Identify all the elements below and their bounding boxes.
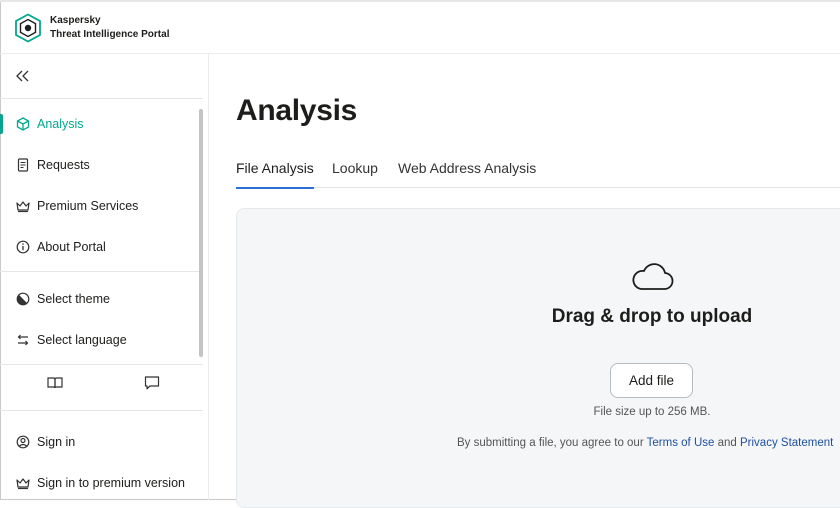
- kaspersky-logo-icon: [15, 13, 41, 43]
- sidebar-scrollbar[interactable]: [199, 109, 203, 357]
- chat-icon[interactable]: [143, 375, 161, 391]
- sidebar-item-label: Analysis: [37, 117, 84, 131]
- tab-lookup[interactable]: Lookup: [332, 160, 378, 188]
- sidebar-item-premium-services[interactable]: Premium Services: [0, 188, 200, 224]
- sidebar-item-sign-in-premium[interactable]: Sign in to premium version: [0, 465, 200, 501]
- upload-dropzone[interactable]: [236, 208, 840, 508]
- sidebar-item-label: Select theme: [37, 292, 110, 306]
- terms-prefix: By submitting a file, you agree to our: [457, 437, 644, 449]
- sidebar-item-label: Sign in to premium version: [37, 476, 185, 490]
- cloud-icon: [632, 263, 674, 290]
- brand-subtitle: Threat Intelligence Portal: [50, 29, 170, 40]
- add-file-button[interactable]: Add file: [610, 363, 693, 398]
- document-icon: [17, 158, 29, 172]
- sidebar-item-label: Requests: [37, 158, 90, 172]
- sidebar-item-label: About Portal: [37, 240, 106, 254]
- sidebar-divider: [0, 98, 203, 99]
- privacy-statement-link[interactable]: Privacy Statement: [740, 437, 833, 449]
- sidebar-divider: [0, 364, 203, 365]
- crown-icon: [16, 201, 30, 213]
- user-circle-icon: [16, 435, 30, 449]
- theme-icon: [16, 292, 30, 306]
- tab-bar: File Analysis Lookup Web Address Analysi…: [236, 160, 840, 189]
- terms-and: and: [717, 437, 737, 449]
- terms-notice: By submitting a file, you agree to our T…: [457, 437, 833, 449]
- top-edge: [0, 0, 840, 2]
- arrows-swap-icon: [17, 334, 29, 346]
- cube-icon: [16, 117, 30, 131]
- sidebar-item-select-theme[interactable]: Select theme: [0, 281, 200, 317]
- sidebar-item-requests[interactable]: Requests: [0, 147, 200, 183]
- brand-text: Kaspersky Threat Intelligence Portal: [50, 14, 169, 42]
- double-chevron-left-icon[interactable]: [14, 68, 32, 84]
- sidebar-item-select-language[interactable]: Select language: [0, 322, 200, 358]
- tab-file-analysis[interactable]: File Analysis: [236, 160, 314, 189]
- tab-web-address-analysis[interactable]: Web Address Analysis: [398, 160, 536, 188]
- sidebar-item-sign-in[interactable]: Sign in: [0, 424, 200, 460]
- sidebar-item-label: Select language: [37, 333, 127, 347]
- sidebar-divider: [0, 410, 203, 411]
- crown-icon: [16, 478, 30, 490]
- sidebar-item-analysis[interactable]: Analysis: [0, 106, 200, 142]
- sidebar-item-about-portal[interactable]: About Portal: [0, 229, 200, 265]
- info-icon: [16, 240, 30, 254]
- brand[interactable]: Kaspersky Threat Intelligence Portal: [14, 13, 169, 43]
- book-icon[interactable]: [46, 375, 64, 391]
- sidebar-divider: [0, 271, 203, 272]
- file-size-note: File size up to 256 MB.: [593, 406, 711, 418]
- upload-title: Drag & drop to upload: [551, 306, 753, 327]
- sidebar: Analysis Requests Premium Services About…: [0, 54, 209, 500]
- sidebar-item-label: Premium Services: [37, 199, 139, 213]
- brand-name: Kaspersky: [50, 15, 101, 26]
- page-title: Analysis: [236, 94, 357, 127]
- terms-of-use-link[interactable]: Terms of Use: [647, 437, 715, 449]
- sidebar-item-label: Sign in: [37, 435, 76, 449]
